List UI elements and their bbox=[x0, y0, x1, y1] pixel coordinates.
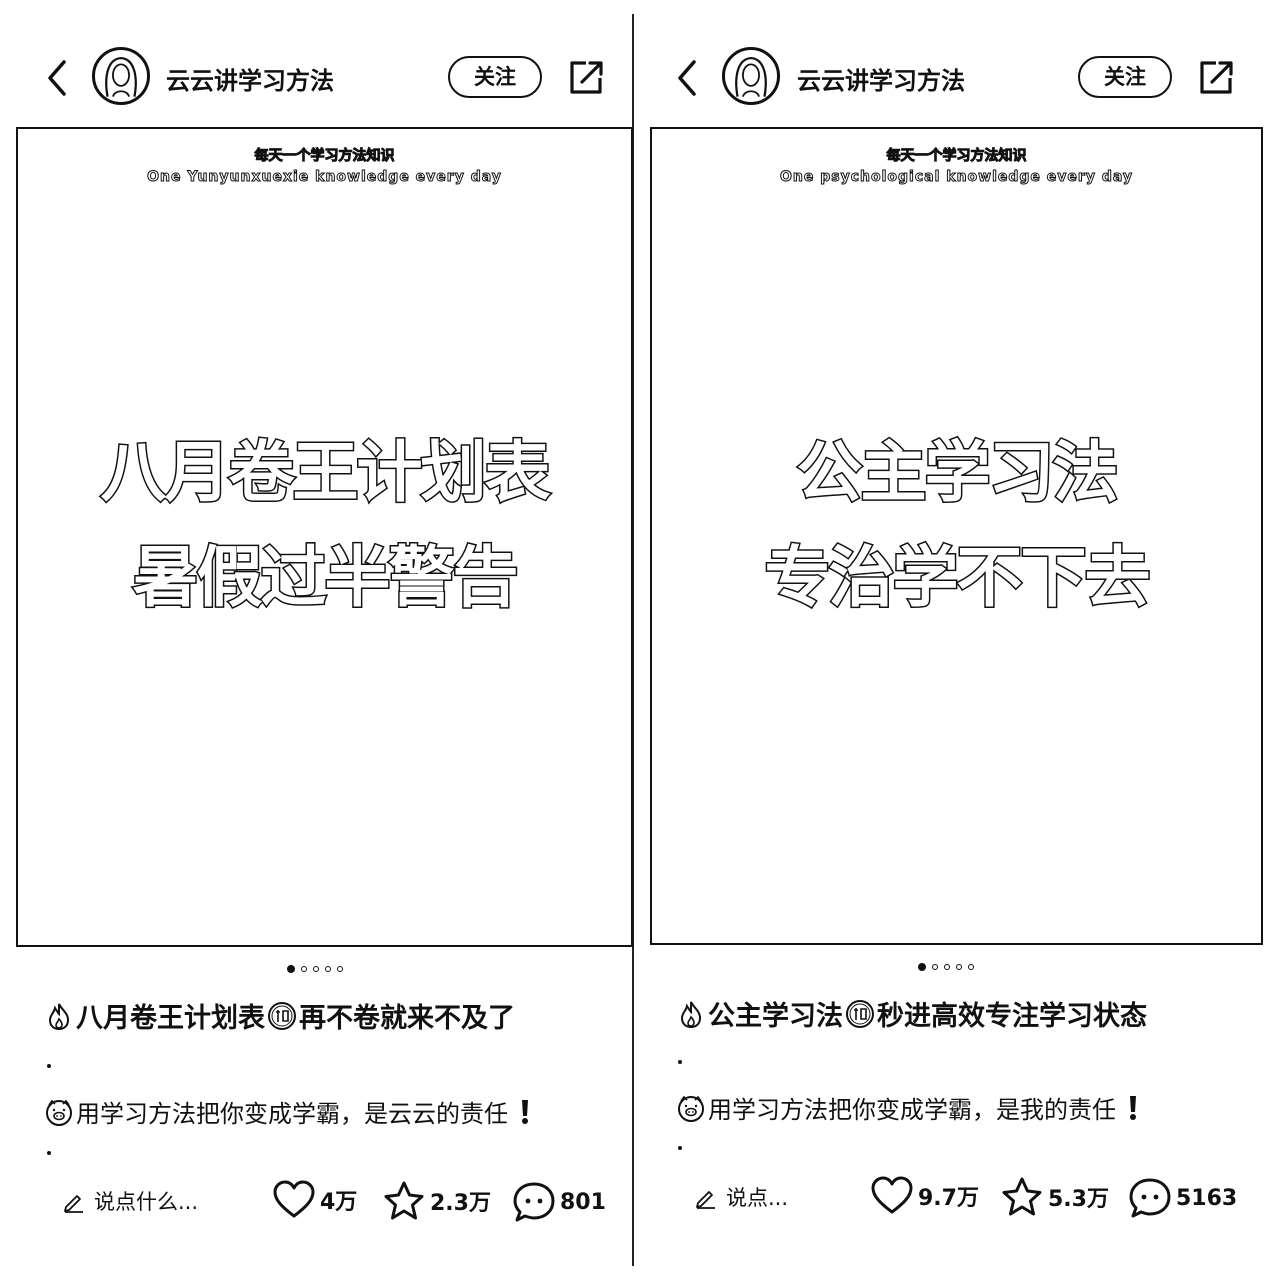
carousel-dot[interactable] bbox=[287, 965, 295, 973]
heart-icon bbox=[273, 1180, 315, 1218]
star-icon bbox=[1002, 1177, 1042, 1216]
pig-face-icon bbox=[46, 1099, 72, 1126]
comment-bubble-icon bbox=[513, 1182, 555, 1222]
carousel-dot[interactable] bbox=[325, 966, 331, 972]
card-headline-1: 八月卷王计划表 bbox=[99, 433, 552, 513]
pencil-icon bbox=[64, 1195, 83, 1213]
secret-badge-icon bbox=[268, 1001, 296, 1030]
card-header-zh: 每天一个学习方法知识 bbox=[886, 148, 1027, 165]
comment-bubble-icon bbox=[1129, 1178, 1171, 1218]
comment-input[interactable]: 说点什么... bbox=[62, 1186, 198, 1216]
post-body: 用学习方法把你变成学霸，是我的责任 bbox=[676, 1090, 1140, 1125]
follow-button[interactable]: 关注 bbox=[1078, 56, 1172, 98]
post-title-suffix: 秒进高效专注学习状态 bbox=[877, 1001, 1147, 1032]
post-title: 八月卷王计划表 再不卷就来不及了 bbox=[44, 996, 515, 1035]
comment-placeholder: 说点什么... bbox=[94, 1190, 199, 1214]
bullet-dot bbox=[47, 1064, 51, 1068]
carousel-dot[interactable] bbox=[944, 964, 950, 970]
post-title-prefix: 公主学习法 bbox=[708, 1001, 843, 1032]
pig-face-icon bbox=[678, 1095, 704, 1122]
card-header-zh: 每天一个学习方法知识 bbox=[254, 148, 395, 165]
card-headline-1: 公主学习法 bbox=[795, 433, 1120, 513]
carousel-dot[interactable] bbox=[301, 966, 307, 972]
carousel-dot[interactable] bbox=[956, 964, 962, 970]
secret-badge-icon bbox=[846, 999, 874, 1028]
favorite-count: 5.3万 bbox=[1048, 1187, 1109, 1212]
bullet-dot bbox=[678, 1146, 682, 1150]
avatar[interactable] bbox=[722, 47, 780, 105]
bullet-dot bbox=[678, 1060, 682, 1064]
favorite-button[interactable]: 5.3万 bbox=[1000, 1176, 1109, 1218]
carousel-indicator bbox=[287, 965, 343, 973]
post-image-card[interactable]: 每天一个学习方法知识 One psychological knowledge e… bbox=[650, 127, 1263, 945]
heart-icon bbox=[871, 1176, 913, 1214]
engagement-bar: 说点... 9.7万 5.3万 5163 bbox=[634, 1172, 1280, 1220]
fire-icon bbox=[680, 1001, 702, 1028]
like-button[interactable]: 4万 bbox=[272, 1180, 357, 1220]
engagement-bar: 说点什么... 4万 2.3万 801 bbox=[0, 1176, 632, 1224]
comment-placeholder: 说点... bbox=[726, 1186, 789, 1210]
card-header-en: One psychological knowledge every day bbox=[780, 169, 1133, 186]
post-body: 用学习方法把你变成学霸，是云云的责任 bbox=[44, 1094, 532, 1129]
post-title-suffix: 再不卷就来不及了 bbox=[299, 1003, 515, 1034]
share-icon[interactable] bbox=[566, 56, 606, 98]
favorite-button[interactable]: 2.3万 bbox=[382, 1180, 491, 1222]
like-count: 9.7万 bbox=[918, 1186, 979, 1211]
carousel-dot[interactable] bbox=[313, 966, 319, 972]
fire-icon bbox=[48, 1003, 70, 1030]
carousel-indicator bbox=[918, 963, 974, 971]
exclamation-icon bbox=[522, 1099, 528, 1124]
comment-count: 5163 bbox=[1176, 1185, 1238, 1211]
bullet-dot bbox=[47, 1151, 51, 1155]
comment-button[interactable]: 801 bbox=[512, 1180, 606, 1224]
follow-button[interactable]: 关注 bbox=[448, 56, 542, 98]
star-icon bbox=[384, 1181, 424, 1220]
author-name[interactable]: 云云讲学习方法 bbox=[166, 61, 334, 96]
post-title: 公主学习法 秒进高效专注学习状态 bbox=[676, 994, 1147, 1033]
post-body-text: 用学习方法把你变成学霸，是我的责任 bbox=[708, 1096, 1116, 1124]
top-bar: 云云讲学习方法 关注 bbox=[0, 40, 632, 116]
comment-count: 801 bbox=[560, 1189, 606, 1215]
like-count: 4万 bbox=[320, 1190, 358, 1215]
post-title-prefix: 八月卷王计划表 bbox=[76, 1003, 265, 1034]
like-button[interactable]: 9.7万 bbox=[870, 1176, 979, 1216]
post-panel-right: 云云讲学习方法 关注 每天一个学习方法知识 One psychological … bbox=[634, 0, 1280, 1280]
back-chevron-icon[interactable] bbox=[38, 56, 78, 100]
avatar[interactable] bbox=[92, 47, 150, 105]
card-headline-2: 专治学不下去 bbox=[763, 538, 1152, 618]
pencil-icon bbox=[696, 1191, 715, 1209]
carousel-dot[interactable] bbox=[968, 964, 974, 970]
card-header-en: One Yunyunxuexie knowledge every day bbox=[147, 169, 502, 186]
comment-input[interactable]: 说点... bbox=[694, 1182, 788, 1212]
author-name[interactable]: 云云讲学习方法 bbox=[797, 61, 965, 96]
top-bar: 云云讲学习方法 关注 bbox=[634, 40, 1280, 116]
post-panel-left: 云云讲学习方法 关注 每天一个学习方法知识 One Yunyunxuexie k… bbox=[0, 0, 633, 1280]
share-icon[interactable] bbox=[1196, 56, 1236, 98]
comment-button[interactable]: 5163 bbox=[1128, 1176, 1237, 1220]
carousel-dot[interactable] bbox=[337, 966, 343, 972]
favorite-count: 2.3万 bbox=[430, 1191, 491, 1216]
card-headline-2: 暑假过半警告 bbox=[131, 538, 520, 618]
post-image-card[interactable]: 每天一个学习方法知识 One Yunyunxuexie knowledge ev… bbox=[16, 127, 633, 947]
exclamation-icon bbox=[1130, 1095, 1136, 1120]
back-chevron-icon[interactable] bbox=[668, 56, 708, 100]
carousel-dot[interactable] bbox=[932, 964, 938, 970]
carousel-dot[interactable] bbox=[918, 963, 926, 971]
post-body-text: 用学习方法把你变成学霸，是云云的责任 bbox=[76, 1100, 508, 1128]
